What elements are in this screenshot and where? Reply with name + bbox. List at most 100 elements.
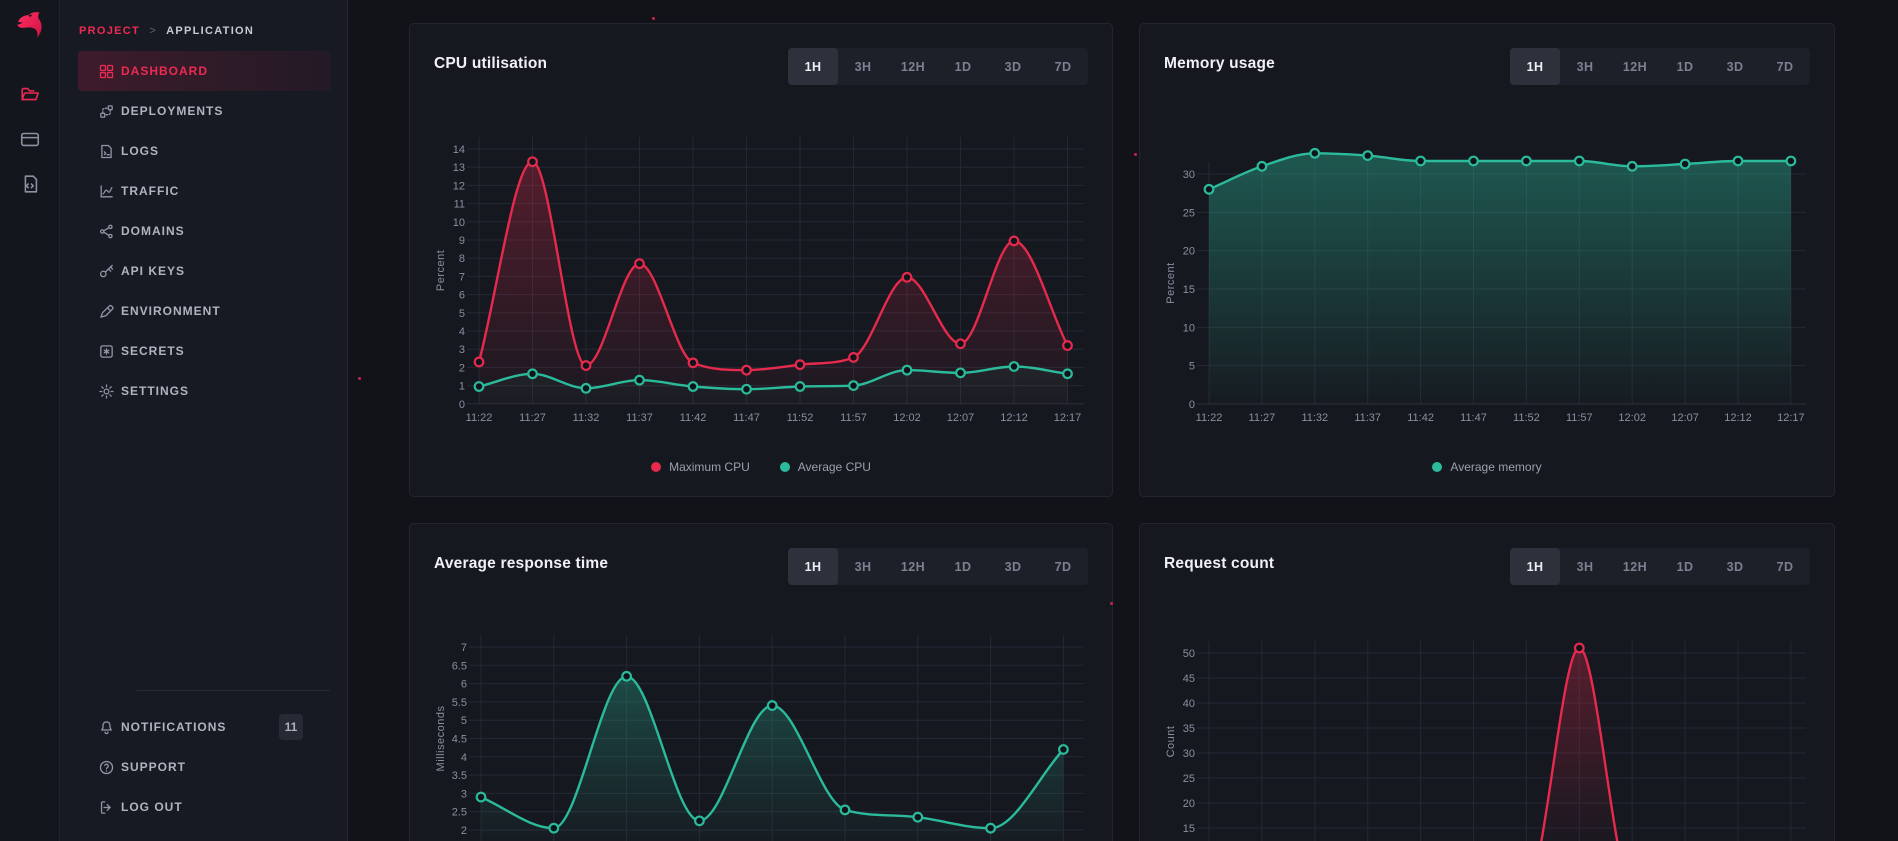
range-button-1h[interactable]: 1H: [1510, 548, 1560, 585]
sidebar-item-settings[interactable]: SETTINGS: [78, 371, 331, 411]
svg-text:0: 0: [459, 399, 465, 411]
sidebar-item-label: NOTIFICATIONS: [121, 720, 226, 734]
credit-card-icon[interactable]: [19, 128, 41, 150]
svg-text:10: 10: [453, 217, 465, 229]
sidebar-item-notifications[interactable]: NOTIFICATIONS 11: [78, 707, 331, 747]
logs-icon: [98, 143, 115, 160]
range-button-3d[interactable]: 3D: [988, 548, 1038, 585]
svg-text:11:42: 11:42: [1407, 412, 1434, 424]
sidebar-item-label: TRAFFIC: [121, 184, 179, 198]
range-button-3d[interactable]: 3D: [1710, 48, 1760, 85]
sidebar-item-support[interactable]: SUPPORT: [78, 747, 331, 787]
open-folder-icon[interactable]: [19, 84, 41, 106]
svg-text:12:17: 12:17: [1777, 412, 1805, 424]
range-button-1d[interactable]: 1D: [1660, 548, 1710, 585]
sidebar-item-environment[interactable]: ENVIRONMENT: [78, 291, 331, 331]
svg-text:6: 6: [461, 679, 467, 691]
range-button-7d[interactable]: 7D: [1760, 548, 1810, 585]
spark-dot: [358, 377, 361, 380]
deployments-icon: [98, 103, 115, 120]
svg-text:3.5: 3.5: [452, 770, 467, 782]
sidebar-item-traffic[interactable]: TRAFFIC: [78, 171, 331, 211]
legend-dot: [651, 462, 661, 472]
legend-label: Average CPU: [798, 460, 871, 474]
svg-text:25: 25: [1183, 773, 1195, 785]
svg-text:11:32: 11:32: [573, 412, 600, 424]
help-icon: [98, 759, 115, 776]
sidebar-item-dashboard[interactable]: DASHBOARD: [78, 51, 331, 91]
traffic-icon: [98, 183, 115, 200]
svg-text:5: 5: [461, 715, 467, 727]
sidebar-item-label: DEPLOYMENTS: [121, 104, 223, 118]
y-axis-label: Percent: [435, 250, 447, 291]
range-button-12h[interactable]: 12H: [888, 548, 938, 585]
range-button-3h[interactable]: 3H: [838, 548, 888, 585]
svg-text:12:02: 12:02: [893, 412, 921, 424]
range-button-3h[interactable]: 3H: [838, 48, 888, 85]
range-button-7d[interactable]: 7D: [1760, 48, 1810, 85]
range-button-1d[interactable]: 1D: [1660, 48, 1710, 85]
chart-legend: Maximum CPU Average CPU: [434, 457, 1088, 477]
legend-label: Average memory: [1450, 460, 1541, 474]
svg-text:11:47: 11:47: [733, 412, 760, 424]
range-button-7d[interactable]: 7D: [1038, 48, 1088, 85]
range-button-1d[interactable]: 1D: [938, 48, 988, 85]
sidebar: PROJECT > APPLICATION DASHBOARD DEPLOYME…: [60, 0, 348, 841]
dashboard-icon: [98, 63, 115, 80]
range-button-1h[interactable]: 1H: [1510, 48, 1560, 85]
cpu-utilisation-chart: Percent1413121110987654321011:2211:2711:…: [434, 110, 1090, 498]
svg-text:30: 30: [1183, 748, 1195, 760]
svg-text:4.5: 4.5: [452, 734, 467, 746]
sidebar-item-deployments[interactable]: DEPLOYMENTS: [78, 91, 331, 131]
asterisk-icon: [98, 343, 115, 360]
svg-text:11:47: 11:47: [1460, 412, 1487, 424]
time-range-selector: 1H3H12H1D3D7D: [1510, 48, 1810, 85]
legend-item[interactable]: Average CPU: [780, 460, 871, 474]
svg-text:11:37: 11:37: [1354, 412, 1381, 424]
legend-item[interactable]: Average memory: [1432, 460, 1541, 474]
svg-text:12:02: 12:02: [1618, 412, 1646, 424]
svg-text:12:12: 12:12: [1724, 412, 1752, 424]
sidebar-item-secrets[interactable]: SECRETS: [78, 331, 331, 371]
average-response-time-card: Average response time 1H3H12H1D3D7D Mill…: [409, 523, 1113, 841]
range-button-12h[interactable]: 12H: [1610, 48, 1660, 85]
domains-icon: [98, 223, 115, 240]
notifications-badge: 11: [279, 714, 303, 740]
spark-dot: [652, 17, 655, 20]
breadcrumb-separator: >: [149, 25, 157, 37]
range-button-1h[interactable]: 1H: [788, 48, 838, 85]
y-axis-label: Percent: [1165, 262, 1177, 303]
svg-text:20: 20: [1183, 798, 1195, 810]
range-button-3h[interactable]: 3H: [1560, 48, 1610, 85]
breadcrumb-project[interactable]: PROJECT: [79, 25, 140, 37]
range-button-1d[interactable]: 1D: [938, 548, 988, 585]
svg-text:11:42: 11:42: [680, 412, 707, 424]
chart-legend: Average memory: [1164, 457, 1810, 477]
range-button-1h[interactable]: 1H: [788, 548, 838, 585]
svg-text:40: 40: [1183, 698, 1195, 710]
breadcrumb-application[interactable]: APPLICATION: [166, 25, 254, 37]
svg-text:20: 20: [1183, 246, 1195, 258]
range-button-7d[interactable]: 7D: [1038, 548, 1088, 585]
memory-usage-chart: Percent30252015105011:2211:2711:3211:371…: [1164, 110, 1812, 498]
sidebar-item-api-keys[interactable]: API KEYS: [78, 251, 331, 291]
sidebar-item-domains[interactable]: DOMAINS: [78, 211, 331, 251]
series-average-memory: [1205, 149, 1796, 404]
range-button-12h[interactable]: 12H: [888, 48, 938, 85]
sidebar-item-logout[interactable]: LOG OUT: [78, 787, 331, 827]
svg-text:3: 3: [459, 344, 465, 356]
file-code-icon[interactable]: [19, 173, 41, 195]
svg-text:45: 45: [1183, 673, 1195, 685]
sidebar-divider: [137, 690, 330, 691]
range-button-3d[interactable]: 3D: [988, 48, 1038, 85]
range-button-3d[interactable]: 3D: [1710, 548, 1760, 585]
card-title: CPU utilisation: [434, 55, 547, 73]
range-button-12h[interactable]: 12H: [1610, 548, 1660, 585]
nestjs-logo[interactable]: [9, 7, 49, 47]
time-range-selector: 1H3H12H1D3D7D: [788, 548, 1088, 585]
svg-text:5.5: 5.5: [452, 697, 467, 709]
sidebar-item-logs[interactable]: LOGS: [78, 131, 331, 171]
svg-text:15: 15: [1183, 823, 1195, 835]
range-button-3h[interactable]: 3H: [1560, 548, 1610, 585]
legend-item[interactable]: Maximum CPU: [651, 460, 750, 474]
